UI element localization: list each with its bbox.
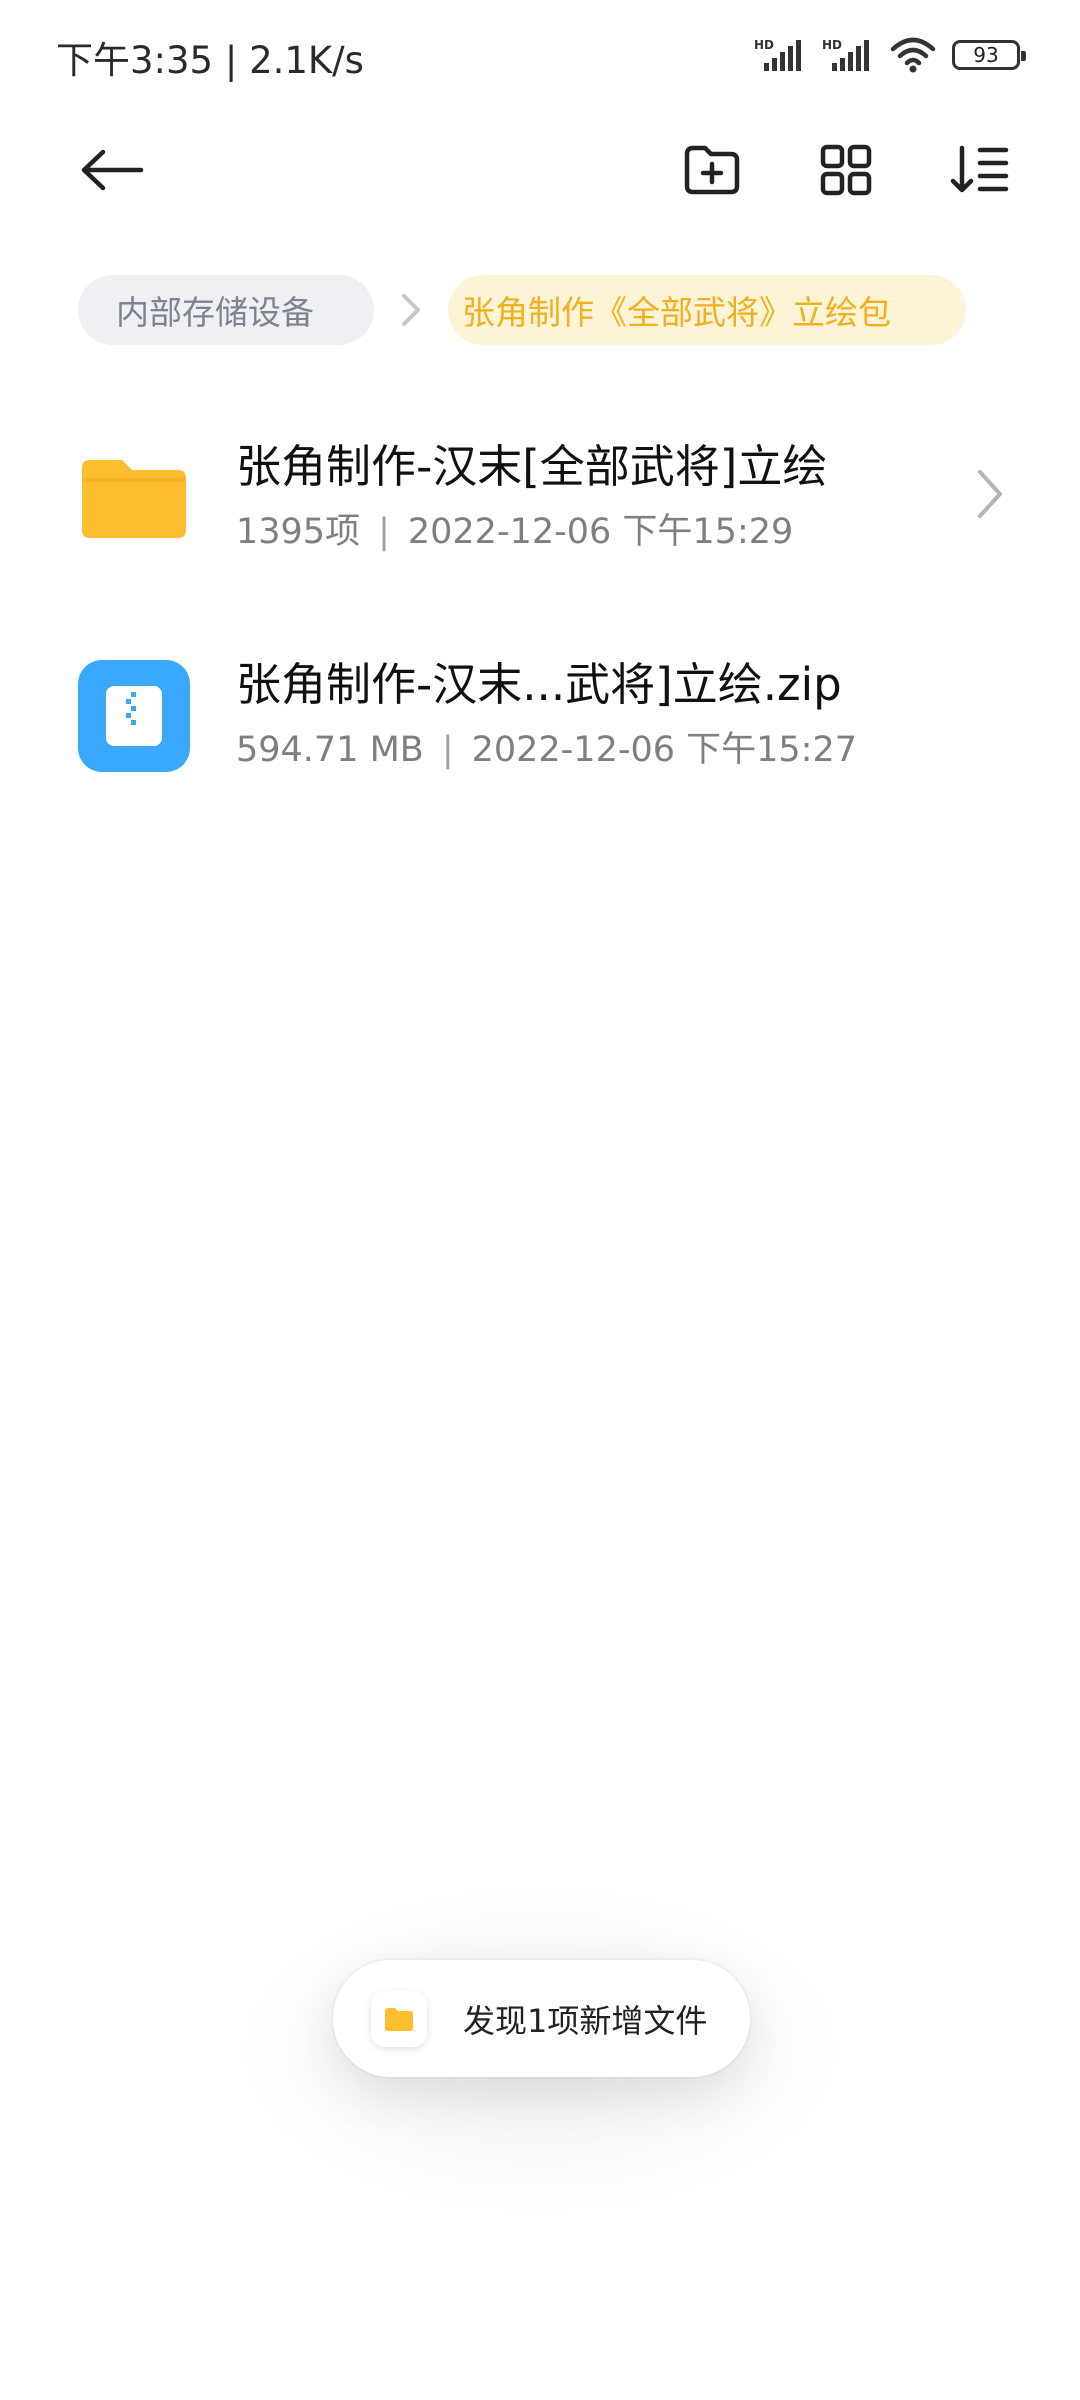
new-folder-button[interactable] (672, 130, 752, 210)
back-arrow-icon (81, 149, 144, 191)
file-name: 张角制作-汉末[全部武将]立绘 (236, 440, 828, 493)
meta-divider: | (441, 730, 454, 770)
list-item[interactable]: 张角制作-汉末[全部武将]立绘 1395项 | 2022-12-06 下午15:29 (0, 400, 1080, 618)
folder-icon (82, 460, 186, 538)
status-bar: 下午3:35 | 2.1K/s HD HD 93 (0, 0, 1080, 110)
status-icons: HD HD 93 (754, 30, 1026, 80)
grid-view-button[interactable] (806, 130, 886, 210)
chevron-right-icon (402, 294, 420, 326)
toast-icon (371, 1990, 427, 2047)
file-date: 2022-12-06 下午15:29 (407, 512, 794, 552)
sort-icon (950, 145, 1009, 193)
file-meta: 1395项 | 2022-12-06 下午15:29 (236, 503, 793, 554)
battery-level: 93 (973, 43, 999, 67)
folder-icon (385, 2007, 413, 2031)
sort-button[interactable] (940, 130, 1020, 210)
battery-icon: 93 (952, 40, 1026, 70)
wifi-icon (890, 37, 936, 73)
list-item[interactable]: 张角制作-汉末...武将]立绘.zip 594.71 MB | 2022-12-06… (0, 618, 1080, 836)
status-time-speed: 下午3:35 | 2.1K/s (56, 39, 364, 82)
meta-divider: | (378, 512, 390, 552)
file-date: 2022-12-06 下午15:27 (471, 730, 858, 770)
file-count: 1395项 (236, 512, 361, 552)
chevron-right-icon (978, 470, 1002, 518)
file-meta: 594.71 MB | 2022-12-06 下午15:27 (236, 721, 857, 772)
svg-text:HD: HD (754, 38, 774, 52)
hd-signal-icon: HD (754, 38, 801, 71)
back-button[interactable] (72, 130, 152, 210)
new-folder-icon (684, 145, 740, 195)
file-list: 张角制作-汉末[全部武将]立绘 1395项 | 2022-12-06 下午15:29… (0, 400, 1080, 836)
breadcrumb-root[interactable]: 内部存储设备 (78, 275, 374, 345)
grid-view-icon (820, 144, 872, 196)
toolbar (0, 110, 1080, 220)
file-name: 张角制作-汉末...武将]立绘.zip (236, 658, 842, 711)
svg-text:HD: HD (822, 38, 842, 52)
file-size: 594.71 MB (236, 730, 424, 770)
breadcrumb-separator (374, 275, 448, 345)
zip-file-icon (78, 660, 190, 772)
breadcrumb-current[interactable]: 张角制作《全部武将》立绘包 (448, 275, 966, 345)
new-files-toast[interactable]: 发现1项新增文件 (333, 1960, 750, 2077)
breadcrumb: 内部存储设备 张角制作《全部武将》立绘包 (78, 275, 966, 345)
hd-signal-icon: HD (822, 38, 869, 71)
toast-text: 发现1项新增文件 (463, 2001, 708, 2040)
